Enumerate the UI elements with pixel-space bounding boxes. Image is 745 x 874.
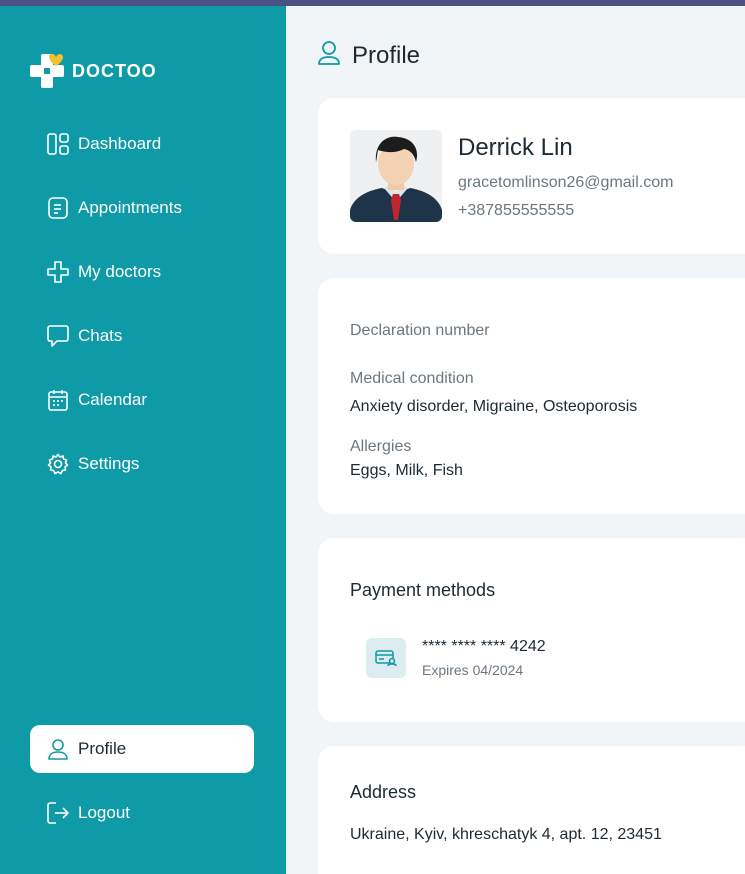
credit-card-icon [366, 638, 406, 678]
medical-cross-icon [46, 260, 70, 284]
sidebar-item-my-doctors[interactable]: My doctors [30, 248, 254, 296]
sidebar-item-dashboard[interactable]: Dashboard [30, 120, 254, 168]
appointments-icon [46, 196, 70, 220]
declaration-number-label: Declaration number [350, 322, 490, 339]
card-number: **** **** **** 4242 [422, 638, 546, 655]
brand-logo[interactable]: DOCTOO [30, 54, 157, 88]
sidebar-item-appointments[interactable]: Appointments [30, 184, 254, 232]
sidebar-item-label: Calendar [78, 390, 147, 409]
logout-icon [46, 801, 70, 825]
calendar-icon [46, 388, 70, 412]
sidebar-item-calendar[interactable]: Calendar [30, 376, 254, 424]
chat-bubble-icon [46, 324, 70, 348]
sidebar-item-label: Appointments [78, 198, 182, 217]
gear-icon [46, 452, 70, 476]
profile-phone: +387855555555 [458, 202, 575, 219]
main-content: Profile Derrick Lin gracetomlinson26@gma… [286, 6, 745, 874]
sidebar: DOCTOO Dashboard Appointments My doctors [0, 6, 286, 874]
logout-label: Logout [78, 803, 130, 822]
sidebar-item-chats[interactable]: Chats [30, 312, 254, 360]
sidebar-item-label: Profile [78, 739, 127, 758]
medical-info-card: Declaration number Medical condition Anx… [318, 278, 745, 514]
address-title: Address [350, 782, 417, 802]
card-expiry: Expires 04/2024 [422, 662, 524, 678]
sidebar-item-settings[interactable]: Settings [30, 440, 254, 488]
user-icon [46, 737, 70, 761]
allergies-value: Eggs, Milk, Fish [350, 462, 463, 479]
payment-methods-title: Payment methods [350, 580, 496, 600]
dashboard-icon [46, 132, 70, 156]
allergies-label: Allergies [350, 438, 412, 455]
sidebar-item-profile[interactable]: Profile [30, 725, 254, 773]
medical-condition-label: Medical condition [350, 370, 474, 387]
page-title: Profile [352, 41, 421, 69]
sidebar-item-label: Dashboard [78, 134, 162, 153]
doctoo-logo-icon [30, 54, 64, 88]
sidebar-item-label: My doctors [78, 262, 162, 281]
brand-name: DOCTOO [72, 60, 157, 81]
page-header: Profile [318, 40, 420, 71]
address-card: Address Ukraine, Kyiv, khreschatyk 4, ap… [318, 746, 745, 874]
profile-name: Derrick Lin [458, 134, 573, 161]
profile-email: gracetomlinson26@gmail.com [458, 174, 674, 191]
profile-card: Derrick Lin gracetomlinson26@gmail.com +… [318, 98, 745, 254]
logout-button[interactable]: Logout [30, 789, 254, 837]
user-icon [318, 40, 340, 71]
sidebar-item-label: Chats [78, 326, 123, 345]
payment-methods-card: Payment methods **** **** **** 4242 Expi… [318, 538, 745, 722]
sidebar-item-label: Settings [78, 454, 140, 473]
address-value: Ukraine, Kyiv, khreschatyk 4, apt. 12, 2… [350, 826, 662, 843]
avatar [350, 130, 442, 222]
medical-condition-value: Anxiety disorder, Migraine, Osteoporosis [350, 398, 638, 415]
